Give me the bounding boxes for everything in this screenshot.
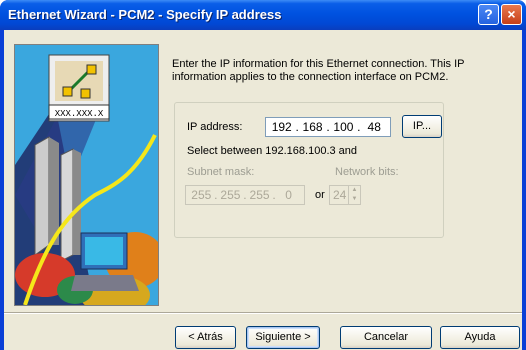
network-bits-value[interactable]: 24	[333, 188, 346, 202]
subnet-octet-1: 255	[191, 188, 212, 202]
title-bar[interactable]: Ethernet Wizard - PCM2 - Specify IP addr…	[0, 0, 526, 30]
footer-separator	[4, 312, 522, 314]
ip-address-label: IP address:	[187, 121, 243, 133]
ip-picker-button[interactable]: IP...	[402, 115, 442, 138]
network-bits-label: Network bits:	[335, 166, 399, 178]
next-button[interactable]: Siguiente >	[246, 326, 320, 349]
close-button[interactable]: ×	[501, 4, 522, 25]
ip-octet-1[interactable]: 192	[272, 120, 292, 134]
ip-range-text: Select between 192.168.100.3 and	[187, 145, 358, 157]
subnet-mask-input[interactable]: 255. 255. 255. 0	[185, 185, 305, 205]
help-button[interactable]: Ayuda	[440, 326, 520, 349]
subnet-mask-label: Subnet mask:	[187, 166, 255, 178]
subnet-octet-3: 255	[249, 188, 270, 202]
wizard-illustration: XXX.XXX.X	[14, 44, 159, 306]
ip-octet-3[interactable]: 100	[333, 120, 353, 134]
network-bits-spinner[interactable]: 24 ▲ ▼	[329, 185, 361, 205]
address-badge-text: XXX.XXX.X	[55, 109, 104, 119]
network-illustration-icon: XXX.XXX.X	[15, 45, 158, 305]
subnet-octet-4: 0	[285, 188, 292, 202]
window-title: Ethernet Wizard - PCM2 - Specify IP addr…	[8, 7, 282, 22]
help-title-button[interactable]: ?	[478, 4, 499, 25]
ip-octet-2[interactable]: 168	[303, 120, 323, 134]
ip-address-input[interactable]: 192. 168. 100. 48	[265, 117, 391, 137]
ip-settings-group: IP address: 192. 168. 100. 48 IP... Sele…	[174, 102, 444, 238]
wizard-window: Ethernet Wizard - PCM2 - Specify IP addr…	[0, 0, 526, 350]
or-label: or	[315, 189, 325, 201]
spin-up-icon[interactable]: ▲	[349, 186, 360, 195]
description-text: Enter the IP information for this Ethern…	[172, 58, 465, 83]
spin-down-icon[interactable]: ▼	[349, 195, 360, 204]
dialog-body: XXX.XXX.X Enter the IP information for t…	[4, 30, 522, 350]
subnet-octet-2: 255	[220, 188, 241, 202]
back-button[interactable]: < Atrás	[175, 326, 236, 349]
spinner-arrows[interactable]: ▲ ▼	[348, 186, 360, 204]
cancel-button[interactable]: Cancelar	[340, 326, 432, 349]
ip-octet-4[interactable]: 48	[364, 120, 384, 134]
